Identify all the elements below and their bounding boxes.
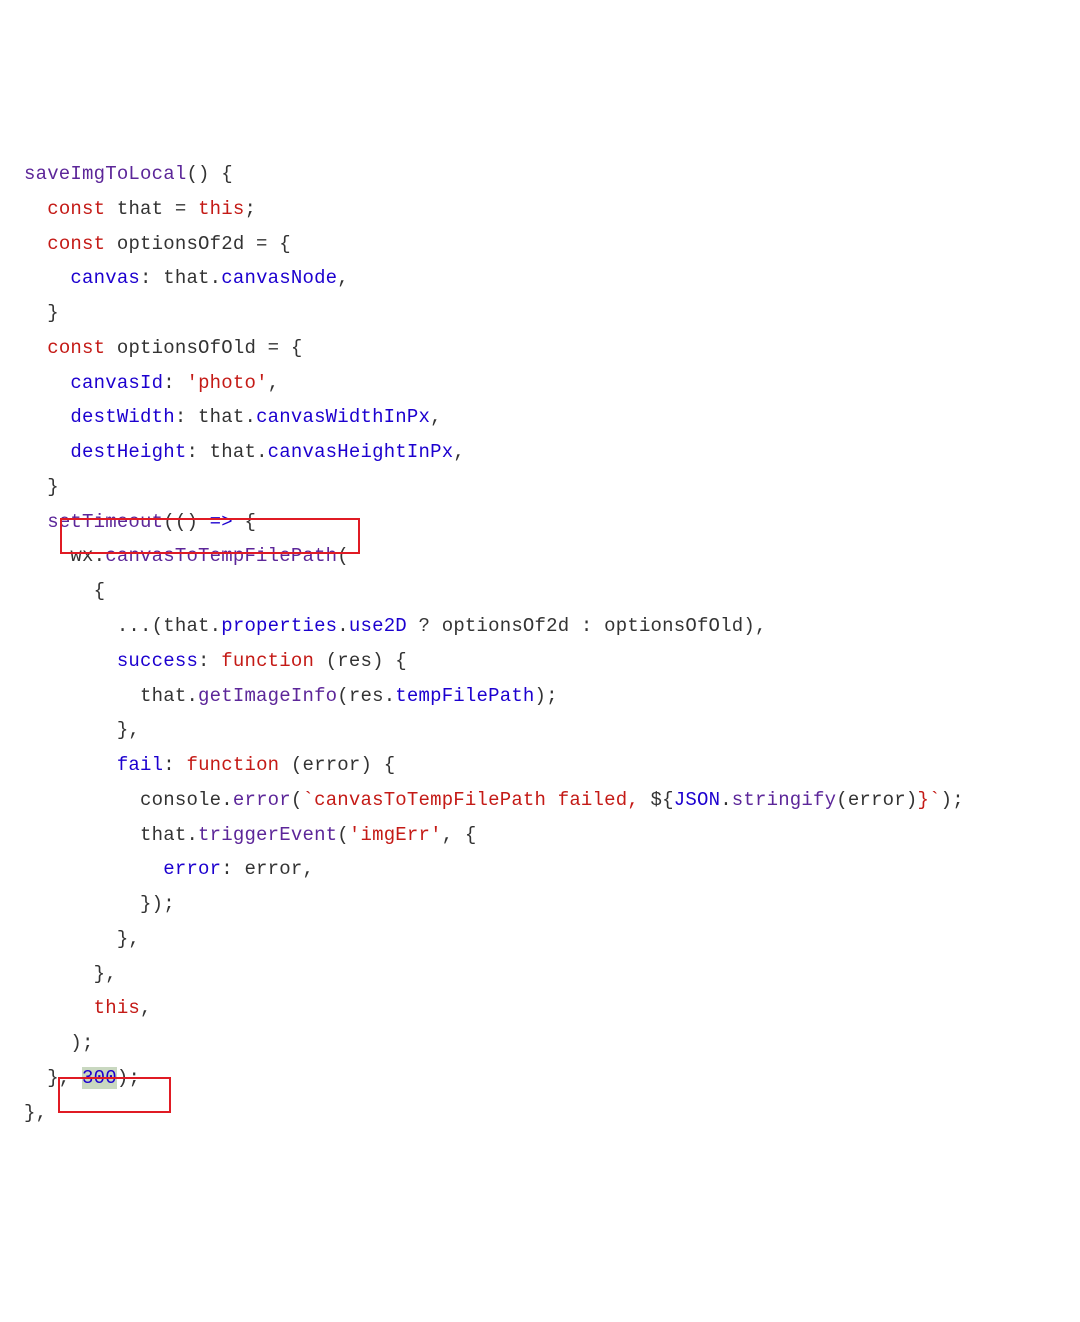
code-token: this	[198, 198, 244, 220]
code-token: const	[47, 337, 105, 359]
code-token: function	[186, 754, 279, 776]
code-token: tempFilePath	[395, 685, 534, 707]
code-token: fail	[117, 754, 163, 776]
code-token: canvasWidthInPx	[256, 406, 430, 428]
code-token: `canvasToTempFilePath failed,	[302, 789, 650, 811]
code-token: =>	[210, 511, 233, 533]
code-token: saveImgToLocal	[24, 163, 186, 185]
code-token: canvasToTempFilePath	[105, 545, 337, 567]
code-token: JSON	[674, 789, 720, 811]
code-token: canvasId	[70, 372, 163, 394]
code-token: canvasNode	[221, 267, 337, 289]
code-token: use2D	[349, 615, 407, 637]
code-token: getImageInfo	[198, 685, 337, 707]
code-block: saveImgToLocal() { const that = this; co…	[24, 157, 1080, 1130]
code-token: properties	[221, 615, 337, 637]
code-token: destHeight	[70, 441, 186, 463]
code-token: triggerEvent	[198, 824, 337, 846]
code-token: 'imgErr'	[349, 824, 442, 846]
code-token: 'photo'	[186, 372, 267, 394]
code-token: canvasHeightInPx	[268, 441, 454, 463]
code-token: const	[47, 233, 105, 255]
code-token: canvas	[70, 267, 140, 289]
code-token: stringify	[732, 789, 836, 811]
code-token: const	[47, 198, 105, 220]
code-token: this	[94, 997, 140, 1019]
code-token: error	[233, 789, 291, 811]
code-token: success	[117, 650, 198, 672]
timeout-value: 300	[82, 1067, 117, 1089]
code-token: () {	[186, 163, 232, 185]
code-token: function	[221, 650, 314, 672]
code-token: }`	[917, 789, 940, 811]
code-token: error	[163, 858, 221, 880]
code-token: ${	[651, 789, 674, 811]
code-token: setTimeout	[47, 511, 163, 533]
code-token: destWidth	[70, 406, 174, 428]
